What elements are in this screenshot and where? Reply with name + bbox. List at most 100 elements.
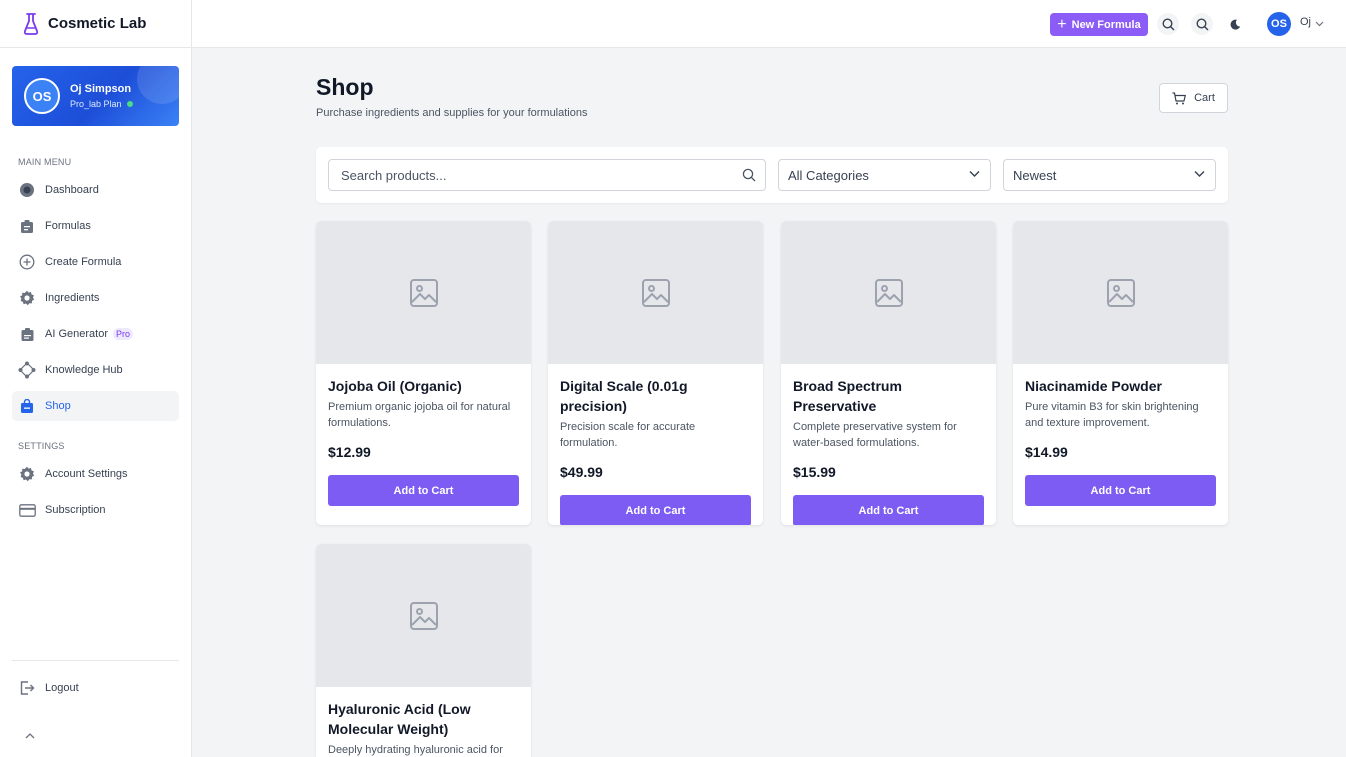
profile-plan: Pro_lab Plan [70, 99, 133, 109]
product-description: Complete preservative system for water-b… [793, 421, 957, 449]
dashboard-icon [18, 181, 36, 199]
sidebar-item-label: Knowledge Hub [45, 364, 123, 376]
product-price: $15.99 [793, 464, 836, 480]
sidebar-item-label: AI Generator [45, 328, 108, 340]
image-placeholder-icon [1106, 278, 1135, 307]
product-card: Digital Scale (0.01g precision) Precisio… [548, 221, 763, 525]
sort-select[interactable]: Newest [1003, 159, 1216, 191]
search-icon [1195, 17, 1208, 30]
chevron-down-icon [1194, 171, 1205, 177]
add-to-cart-button[interactable]: Add to Cart [793, 495, 984, 525]
main-menu-label: MAIN MENU [18, 157, 72, 167]
search-field[interactable] [328, 159, 766, 191]
search-icon [1161, 17, 1174, 30]
user-menu[interactable]: Oj [1300, 16, 1324, 28]
chevron-up-icon [25, 733, 35, 739]
pro-badge: Pro [112, 328, 133, 340]
collapse-sidebar-button[interactable] [22, 729, 38, 743]
product-price: $14.99 [1025, 444, 1068, 460]
product-image [316, 544, 531, 687]
profile-name: Oj Simpson [70, 83, 132, 95]
gear-icon [18, 465, 36, 483]
image-placeholder-icon [874, 278, 903, 307]
profile-decoration [137, 66, 179, 104]
sidebar-item-label: Account Settings [45, 468, 128, 480]
gear-icon [18, 289, 36, 307]
product-name[interactable]: Digital Scale (0.01g precision) [560, 376, 751, 416]
brand-name: Cosmetic Lab [48, 15, 147, 32]
category-value: All Categories [788, 167, 869, 183]
sidebar-item-shop[interactable]: Shop [12, 391, 179, 421]
search-icon [742, 168, 756, 182]
new-formula-button[interactable]: + New Formula [1050, 13, 1148, 36]
category-select[interactable]: All Categories [778, 159, 991, 191]
plus-icon: + [1057, 15, 1067, 33]
product-image [1013, 221, 1228, 364]
user-name: Oj [1300, 16, 1311, 28]
sidebar-item-label: Ingredients [45, 292, 100, 304]
sidebar-item-label: Formulas [45, 220, 91, 232]
credit-card-icon [18, 501, 36, 519]
sidebar-item-dashboard[interactable]: Dashboard [12, 175, 179, 205]
new-formula-label: New Formula [1071, 18, 1141, 31]
cart-label: Cart [1194, 92, 1215, 104]
online-status-icon [126, 101, 133, 107]
brand[interactable]: Cosmetic Lab [0, 0, 191, 48]
global-search-button[interactable] [1191, 13, 1213, 35]
network-icon [18, 361, 36, 379]
sidebar-item-create-formula[interactable]: Create Formula [12, 247, 179, 277]
robot-icon [18, 325, 36, 343]
product-card: Niacinamide Powder Pure vitamin B3 for s… [1013, 221, 1228, 525]
plan-label: Pro_lab Plan [70, 99, 122, 109]
sidebar-item-knowledge-hub[interactable]: Knowledge Hub [12, 355, 179, 385]
sidebar-item-label: Create Formula [45, 256, 122, 268]
product-name[interactable]: Broad Spectrum Preservative [793, 376, 984, 416]
cart-button[interactable]: Cart [1159, 83, 1228, 113]
logout-icon [18, 679, 36, 697]
cart-icon [1172, 91, 1187, 104]
image-placeholder-icon [409, 601, 438, 630]
add-to-cart-button[interactable]: Add to Cart [560, 495, 751, 525]
product-price: $12.99 [328, 444, 371, 460]
plus-circle-icon [18, 253, 36, 271]
moon-icon [1230, 19, 1240, 30]
product-image [316, 221, 531, 364]
sidebar-item-label: Shop [45, 400, 71, 412]
logout-label: Logout [45, 682, 79, 694]
product-card: Hyaluronic Acid (Low Molecular Weight) D… [316, 544, 531, 757]
sort-value: Newest [1013, 167, 1057, 183]
settings-label: SETTINGS [18, 441, 65, 451]
sidebar-item-account-settings[interactable]: Account Settings [12, 459, 179, 489]
page-subtitle: Purchase ingredients and supplies for yo… [316, 107, 588, 119]
search-button[interactable] [1157, 13, 1179, 35]
sidebar-item-label: Dashboard [45, 184, 99, 196]
profile-card[interactable]: OS Oj Simpson Pro_lab Plan [12, 66, 179, 126]
sidebar-item-ai-generator[interactable]: AI Generator Pro [12, 319, 179, 349]
product-description: Premium organic jojoba oil for natural f… [328, 401, 511, 429]
sidebar-item-ingredients[interactable]: Ingredients [12, 283, 179, 313]
logout-button[interactable]: Logout [12, 673, 179, 703]
theme-toggle-button[interactable] [1224, 13, 1246, 35]
sidebar-divider [12, 660, 179, 661]
add-to-cart-button[interactable]: Add to Cart [1025, 475, 1216, 506]
sidebar-item-subscription[interactable]: Subscription [12, 495, 179, 525]
avatar: OS [24, 78, 60, 114]
sidebar-item-label: Subscription [45, 504, 106, 516]
product-description: Pure vitamin B3 for skin brightening and… [1025, 401, 1199, 429]
chevron-down-icon [1315, 21, 1324, 26]
product-name[interactable]: Hyaluronic Acid (Low Molecular Weight) [328, 699, 519, 739]
add-to-cart-button[interactable]: Add to Cart [328, 475, 519, 506]
user-avatar[interactable]: OS [1267, 12, 1291, 36]
product-card: Jojoba Oil (Organic) Premium organic joj… [316, 221, 531, 525]
product-image [548, 221, 763, 364]
image-placeholder-icon [409, 278, 438, 307]
filter-bar: All Categories Newest [316, 147, 1228, 203]
product-name[interactable]: Jojoba Oil (Organic) [328, 376, 519, 396]
search-input[interactable] [329, 160, 765, 190]
product-description: Precision scale for accurate formulation… [560, 421, 696, 449]
product-image [781, 221, 996, 364]
sidebar-item-formulas[interactable]: Formulas [12, 211, 179, 241]
product-description: Deeply hydrating hyaluronic acid for [328, 744, 503, 756]
product-name[interactable]: Niacinamide Powder [1025, 376, 1216, 396]
product-price: $49.99 [560, 464, 603, 480]
